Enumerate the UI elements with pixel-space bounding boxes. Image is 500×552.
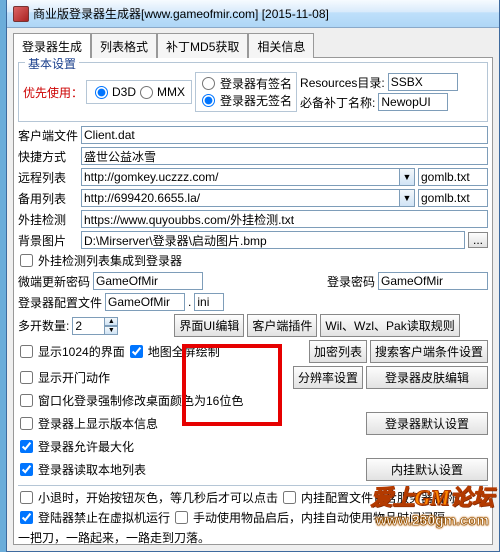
input-cfg-file[interactable] — [105, 293, 185, 311]
label-unsigned: 登录器无签名 — [220, 92, 292, 109]
label-mmx: MMX — [157, 85, 185, 99]
label-hack-detect: 外挂检测 — [18, 211, 78, 228]
tab-list-format[interactable]: 列表格式 — [91, 33, 157, 58]
dropdown-remote-list[interactable]: ▼ — [399, 168, 415, 186]
label-cfg-reg: 内挂配置文件包含服务器名称 — [301, 489, 457, 506]
input-backup-list[interactable] — [81, 189, 399, 207]
chk-no-vm[interactable] — [20, 511, 33, 524]
chk-1024[interactable] — [20, 345, 33, 358]
chk-map-full[interactable] — [130, 345, 143, 358]
radio-signed[interactable] — [202, 77, 215, 90]
label-res-dir: Resources目录: — [300, 74, 385, 91]
btn-hack-default[interactable]: 内挂默认设置 — [366, 458, 488, 481]
dropdown-backup-list[interactable]: ▼ — [399, 189, 415, 207]
app-icon — [13, 6, 29, 22]
label-d3d: D3D — [112, 85, 136, 99]
label-show-ver: 登录器上显示版本信息 — [38, 415, 158, 432]
chk-small-back[interactable] — [20, 491, 33, 504]
label-small-back: 小退时，开始按钮灰色，等几秒后才可以点击 — [38, 489, 278, 506]
label-hacklist-embed: 外挂检测列表集成到登录器 — [38, 252, 182, 269]
radio-d3d[interactable] — [95, 86, 108, 99]
label-read-local: 登录器读取本地列表 — [38, 461, 146, 478]
label-priority: 优先使用： — [23, 84, 83, 101]
label-cfg-file: 登录器配置文件 — [18, 294, 102, 311]
label-map-full: 地图全屏绘制 — [148, 343, 220, 360]
label-login-pwd: 登录密码 — [327, 273, 375, 290]
label-backup-list: 备用列表 — [18, 190, 78, 207]
input-remote-list[interactable] — [81, 168, 399, 186]
btn-res-set[interactable]: 分辨率设置 — [293, 366, 363, 389]
fieldset-title: 基本设置 — [25, 57, 79, 72]
input-hack-detect[interactable] — [81, 210, 488, 228]
chk-read-local[interactable] — [20, 463, 33, 476]
chk-show-ver[interactable] — [20, 417, 33, 430]
label-1024: 显示1024的界面 — [38, 343, 125, 360]
label-client-file: 客户端文件 — [18, 127, 78, 144]
tab-generate[interactable]: 登录器生成 — [13, 33, 91, 58]
tab-patch-md5[interactable]: 补丁MD5获取 — [157, 33, 248, 58]
panel-generate: 基本设置 优先使用： D3D MMX 登录器有签名 — [13, 57, 493, 545]
fieldset-basic: 基本设置 优先使用： D3D MMX 登录器有签名 — [18, 62, 488, 122]
tab-about[interactable]: 相关信息 — [248, 33, 314, 58]
label-allow-max: 登录器允许最大化 — [38, 438, 134, 455]
tab-bar: 登录器生成 列表格式 补丁MD5获取 相关信息 — [13, 33, 493, 58]
label-signed: 登录器有签名 — [220, 75, 292, 92]
btn-enc-list[interactable]: 加密列表 — [309, 340, 367, 363]
input-res-dir[interactable] — [388, 73, 458, 91]
label-no-vm: 登陆器禁止在虚拟机运行 — [38, 509, 170, 526]
input-backup-list-file[interactable] — [418, 189, 488, 207]
input-remote-list-file[interactable] — [418, 168, 488, 186]
label-multi-open: 多开数量: — [18, 317, 69, 334]
label-micro-pwd: 微端更新密码 — [18, 273, 90, 290]
browse-bg-image[interactable]: ... — [468, 232, 488, 248]
chk-win-force[interactable] — [20, 394, 33, 407]
label-shortcut: 快捷方式 — [18, 148, 78, 165]
btn-wil-rules[interactable]: Wil、Wzl、Pak读取规则 — [320, 314, 459, 337]
chk-allow-max[interactable] — [20, 440, 33, 453]
input-patch-name[interactable] — [378, 93, 448, 111]
spinner-multi-open[interactable]: ▲▼ — [72, 317, 118, 335]
chk-cfg-reg[interactable] — [283, 491, 296, 504]
btn-skin-edit[interactable]: 登录器皮肤编辑 — [366, 366, 488, 389]
spin-up[interactable]: ▲ — [104, 317, 118, 326]
titlebar: 商业版登录器生成器[www.gameofmir.com] [2015-11-08… — [7, 0, 499, 28]
bottom-text: 一把刀，一路起来，一路走到刀落。 — [18, 529, 210, 545]
btn-default[interactable]: 登录器默认设置 — [366, 412, 488, 435]
label-win-force: 窗口化登录强制修改桌面颜色为16位色 — [38, 392, 243, 409]
btn-search-cond[interactable]: 搜索客户端条件设置 — [370, 340, 488, 363]
spin-down[interactable]: ▼ — [104, 326, 118, 335]
radio-unsigned[interactable] — [202, 94, 215, 107]
input-multi-open[interactable] — [72, 317, 104, 335]
btn-client-plugin[interactable]: 客户端插件 — [247, 314, 317, 337]
chk-hacklist-embed[interactable] — [20, 254, 33, 267]
label-patch-name: 必备补丁名称: — [300, 94, 375, 111]
input-cfg-ext[interactable] — [194, 293, 224, 311]
input-bg-image[interactable] — [81, 231, 465, 249]
chk-show-open[interactable] — [20, 371, 33, 384]
label-bg-image: 背景图片 — [18, 232, 78, 249]
input-client-file[interactable] — [81, 126, 488, 144]
input-micro-pwd[interactable] — [93, 272, 203, 290]
btn-ui-edit[interactable]: 界面UI编辑 — [174, 314, 244, 337]
radio-mmx[interactable] — [140, 86, 153, 99]
input-shortcut[interactable] — [81, 147, 488, 165]
label-show-open: 显示开门动作 — [38, 369, 110, 386]
label-manual-item: 手动使用物品启后，内挂自动使用物品时间间隔 — [193, 509, 445, 526]
chk-manual-item[interactable] — [175, 511, 188, 524]
input-login-pwd[interactable] — [378, 272, 488, 290]
label-remote-list: 远程列表 — [18, 169, 78, 186]
window-title: 商业版登录器生成器[www.gameofmir.com] [2015-11-08… — [33, 5, 493, 22]
